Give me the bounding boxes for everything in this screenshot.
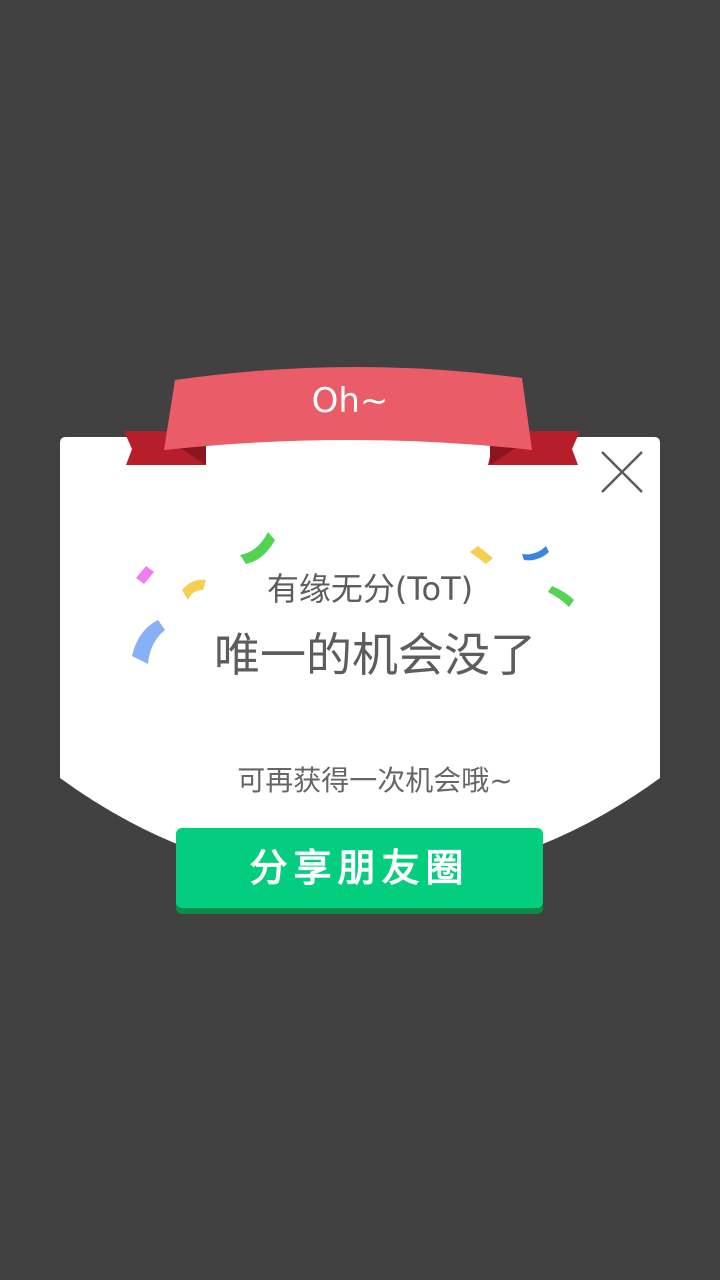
dialog-stage: Oh~ 有缘无分(ToT) 唯一的机会没了 可再获得一次机会哦~ 分享朋友圈 [0,0,720,1280]
ribbon-title: Oh~ [311,381,389,421]
close-icon[interactable] [596,446,648,498]
close-button[interactable] [596,446,648,498]
dialog-hint: 可再获得一次机会哦~ [237,764,513,797]
share-moments-button[interactable]: 分享朋友圈 [176,828,543,908]
dialog-headline: 唯一的机会没了 [214,628,536,682]
dialog-subtitle: 有缘无分(ToT) [266,570,474,608]
